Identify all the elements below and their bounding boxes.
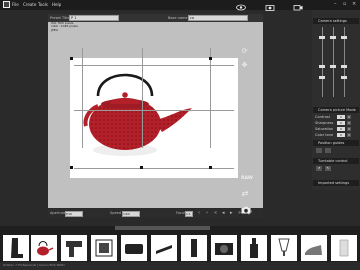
thumbnail-box[interactable] <box>91 235 117 261</box>
refresh-icon[interactable]: ⇄ <box>240 189 250 198</box>
info-line-3: JPEG <box>51 27 58 32</box>
slider-knob-6[interactable] <box>341 65 347 68</box>
teapot-image <box>83 73 192 156</box>
rotate-icon[interactable]: ⟳ <box>240 46 249 55</box>
contrast-label: Contrast <box>315 115 330 119</box>
picture-mode-header[interactable]: Camera picture Mode <box>313 107 359 113</box>
thumbnail-bottle[interactable] <box>241 235 267 261</box>
saturation-value[interactable]: 0 <box>337 127 345 131</box>
thumbnail-teapot[interactable] <box>31 235 57 261</box>
turntable-rotate-right[interactable]: ↻ <box>325 166 331 171</box>
camera-mode-icon[interactable] <box>264 3 276 11</box>
video-mode-icon[interactable] <box>292 3 304 11</box>
close-icon[interactable]: × <box>352 2 356 7</box>
prev-frame-icon[interactable]: ◂ <box>222 210 225 216</box>
guide-vertical-2 <box>142 48 143 148</box>
sharpness-label: Sharpness <box>315 121 334 125</box>
turntable-rotate-left[interactable]: ↺ <box>316 166 322 171</box>
minimize-icon[interactable]: – <box>334 2 337 7</box>
app-logo <box>3 1 10 8</box>
capture-camera-icon[interactable] <box>240 205 251 214</box>
preset-label: Preset Title <box>50 15 70 20</box>
contrast-stepper[interactable]: ± <box>347 115 351 119</box>
thumbnail-scrollbar[interactable] <box>115 226 210 230</box>
crop-handle-bottom[interactable] <box>140 166 143 169</box>
zoom-in-icon[interactable]: › <box>206 210 208 216</box>
speed-label: Speed <box>110 211 121 215</box>
menu-create[interactable]: Create <box>23 2 36 7</box>
camera-controls-bar: Aperture f/16 Speed 1/60 Focus 1:1 ‹ › «… <box>48 209 263 218</box>
menu-tools[interactable]: Tools <box>38 2 48 7</box>
guide-option-1[interactable] <box>316 148 322 153</box>
turntable-control-header[interactable]: Turntable control <box>313 158 359 164</box>
slider-knob-2[interactable] <box>330 36 336 39</box>
raw-toggle[interactable]: RAW <box>240 175 254 181</box>
color-tone-value[interactable]: 0 <box>337 133 345 137</box>
guide-vertical-3 <box>210 48 211 148</box>
preset-select[interactable]: P 1 <box>69 15 119 21</box>
thumbnail-boot[interactable] <box>3 235 29 261</box>
aperture-label: Aperture <box>50 211 66 215</box>
color-tone-stepper[interactable]: ± <box>347 133 351 137</box>
crop-handle-bl[interactable] <box>70 166 73 169</box>
thumbnail-stapler[interactable] <box>151 235 177 261</box>
maximize-icon[interactable]: ▫ <box>343 2 346 7</box>
menu-bar: File Create Tools Help – ▫ × <box>0 0 360 10</box>
base-name-input[interactable]: ca <box>188 15 248 21</box>
saturation-stepper[interactable]: ± <box>347 127 351 131</box>
orbit-mode-icon[interactable] <box>235 3 247 11</box>
zoom-out-icon[interactable]: ‹ <box>198 210 200 216</box>
slider-knob-5[interactable] <box>330 65 336 68</box>
saturation-label: Saturation <box>315 127 334 131</box>
crop-handle-tl[interactable] <box>70 57 73 60</box>
slider-knob-7[interactable] <box>319 76 325 79</box>
thumbnail-tube[interactable] <box>181 235 207 261</box>
status-bar: Orbitvu 7 Professional | Canon EOS 600D <box>3 263 65 267</box>
slider-knob-3[interactable] <box>341 36 347 39</box>
base-name-label: Base name <box>168 15 188 20</box>
menu-file[interactable]: File <box>12 2 19 7</box>
focus-value[interactable]: 1:1 <box>185 210 193 217</box>
slider-knob-4[interactable] <box>319 65 325 68</box>
speed-select[interactable]: 1/60 <box>122 210 140 217</box>
thumbnail-heel[interactable] <box>301 235 327 261</box>
position-guides-header[interactable]: Position guides <box>313 140 359 146</box>
contrast-value[interactable]: 0 <box>337 115 345 119</box>
next-frame-icon[interactable]: ▸ <box>230 210 233 216</box>
camera-settings-header[interactable]: Camera settings <box>313 18 359 24</box>
menu-help[interactable]: Help <box>52 2 61 7</box>
slider-knob-8[interactable] <box>341 76 347 79</box>
preset-toolbar: Preset Title P 1 Base name ca <box>48 14 263 22</box>
guide-option-2[interactable] <box>325 148 331 153</box>
first-frame-icon[interactable]: « <box>214 210 217 216</box>
crop-handle-tr[interactable] <box>209 57 212 60</box>
move-icon[interactable]: ✥ <box>240 60 249 69</box>
imported-settings-header[interactable]: Imported settings <box>313 180 359 186</box>
thumbnail-case[interactable] <box>121 235 147 261</box>
guide-horizontal-2 <box>74 110 234 111</box>
crop-handle-br[interactable] <box>209 166 212 169</box>
sharpness-value[interactable]: 0 <box>337 121 345 125</box>
slider-knob-1[interactable] <box>319 36 325 39</box>
guide-vertical-1 <box>82 48 83 148</box>
guide-horizontal-1 <box>74 65 234 66</box>
capture-info: ISO: 800 pixels 1/60 : 2048 pixels JPEG <box>51 21 78 32</box>
thumbnail-camera[interactable] <box>211 235 237 261</box>
sharpness-stepper[interactable]: ± <box>347 121 351 125</box>
product-photo <box>70 58 238 178</box>
aperture-select[interactable]: f/16 <box>65 210 83 217</box>
color-tone-label: Color tone <box>315 133 334 137</box>
thumbnail-gun[interactable] <box>61 235 87 261</box>
thumbnail-cream[interactable] <box>331 235 357 261</box>
thumbnail-glass[interactable] <box>271 235 297 261</box>
